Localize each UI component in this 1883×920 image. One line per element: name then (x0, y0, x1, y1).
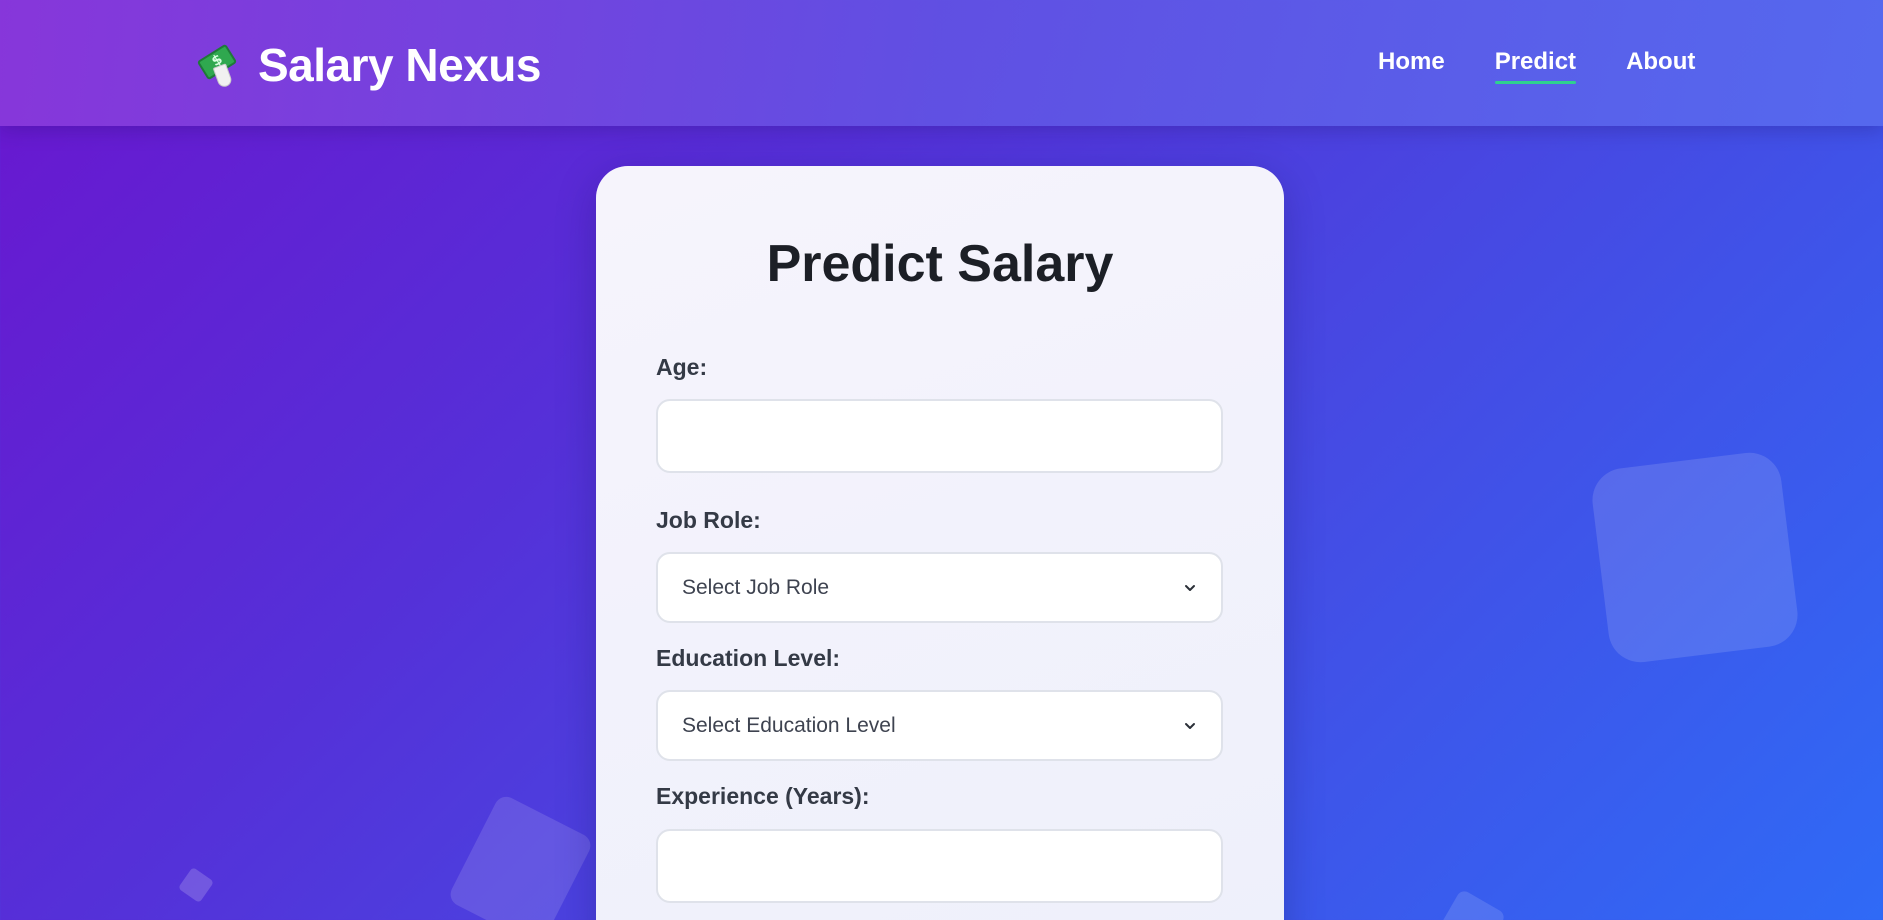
experience-input[interactable] (656, 829, 1223, 903)
nav-home-link[interactable]: Home (1378, 48, 1445, 82)
brand-title: Salary Nexus (258, 39, 541, 91)
education-level-select[interactable]: Select Education Level (656, 690, 1223, 761)
nav-about-link[interactable]: About (1626, 48, 1695, 82)
job-role-selected-value: Select Job Role (682, 575, 830, 599)
decorative-shape-large (1588, 449, 1802, 666)
page-title: Predict Salary (766, 235, 1114, 293)
age-input[interactable] (656, 399, 1223, 473)
age-label: Age: (656, 354, 708, 380)
education-level-selected-value: Select Education Level (682, 713, 896, 737)
chevron-down-icon (1185, 584, 1195, 591)
predict-form-card: Predict Salary Age: Job Role: Select Job… (596, 166, 1284, 920)
main-nav: Home Predict About (1378, 48, 1745, 84)
brand[interactable]: Salary Nexus (196, 38, 541, 92)
decorative-shape-medium (446, 792, 595, 920)
top-navbar: Salary Nexus Home Predict About (0, 0, 1883, 126)
education-level-label: Education Level: (656, 645, 841, 671)
nav-predict-link[interactable]: Predict (1494, 48, 1577, 84)
money-with-wings-icon (196, 41, 240, 89)
experience-label: Experience (Years): (656, 783, 870, 809)
decorative-shape-corner (1435, 888, 1507, 920)
job-role-label: Job Role: (656, 507, 761, 533)
decorative-shape-small (177, 866, 215, 904)
job-role-select[interactable]: Select Job Role (656, 552, 1223, 623)
chevron-down-icon (1185, 722, 1195, 729)
